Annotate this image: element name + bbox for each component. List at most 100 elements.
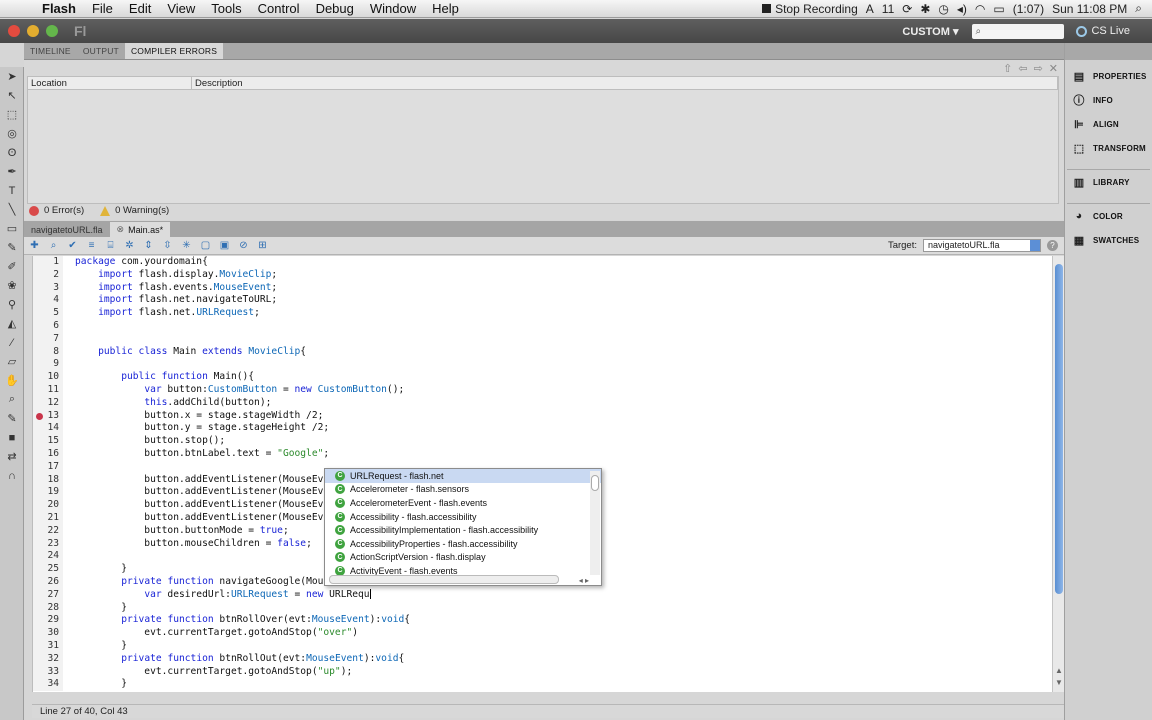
sync-icon[interactable]: ⟳: [902, 2, 912, 16]
code-hint-scroll-arrows-icon[interactable]: ◂ ▸: [579, 576, 589, 585]
next-error-icon[interactable]: ⇨: [1034, 62, 1043, 75]
line-number[interactable]: 13: [33, 409, 63, 423]
3d-rotation-tool-icon[interactable]: ◎: [0, 124, 24, 143]
bluetooth-icon[interactable]: ✱: [920, 2, 930, 16]
pencil-tool-icon[interactable]: ✎: [0, 238, 24, 257]
menu-tools[interactable]: Tools: [203, 1, 249, 16]
zoom-window-button[interactable]: [46, 25, 58, 37]
panel-properties[interactable]: ▤ PROPERTIES: [1065, 64, 1152, 88]
eyedropper-tool-icon[interactable]: ⁄: [0, 333, 24, 352]
code-line[interactable]: 7: [33, 332, 1052, 346]
line-number[interactable]: 4: [33, 294, 63, 308]
code-line[interactable]: 30 evt.currentTarget.gotoAndStop("over"): [33, 627, 1052, 640]
code-hint-item[interactable]: C Accessibility - flash.accessibility: [325, 510, 601, 524]
column-location[interactable]: Location: [28, 77, 192, 89]
minimize-window-button[interactable]: [27, 25, 39, 37]
line-number[interactable]: 5: [33, 307, 63, 320]
panel-swatches[interactable]: ▦ SWATCHES: [1065, 228, 1152, 252]
code-line[interactable]: 15 button.stop();: [33, 435, 1052, 448]
breakpoint-icon[interactable]: [36, 412, 43, 420]
line-number[interactable]: 31: [33, 639, 63, 653]
help-icon[interactable]: ?: [1047, 240, 1058, 251]
line-number[interactable]: 30: [33, 627, 63, 640]
line-number[interactable]: 25: [33, 563, 63, 576]
code-hint-item[interactable]: C AccessibilityImplementation - flash.acc…: [325, 523, 601, 537]
tab-output[interactable]: OUTPUT: [77, 43, 125, 59]
go-to-source-icon[interactable]: ⇧: [1003, 62, 1012, 75]
code-hint-item[interactable]: C AccessibilityProperties - flash.accessi…: [325, 537, 601, 551]
show-code-hint-icon[interactable]: ⌸: [102, 239, 119, 253]
line-number[interactable]: 20: [33, 499, 63, 512]
line-number[interactable]: 9: [33, 358, 63, 372]
text-tool-icon[interactable]: T: [0, 181, 24, 200]
scroll-down-icon[interactable]: ▼: [1055, 678, 1063, 687]
close-window-button[interactable]: [8, 25, 20, 37]
stroke-color-icon[interactable]: ✎: [0, 409, 24, 428]
line-number[interactable]: 23: [33, 537, 63, 551]
code-line[interactable]: 28 }: [33, 601, 1052, 615]
menu-control[interactable]: Control: [250, 1, 308, 16]
line-number[interactable]: 3: [33, 281, 63, 295]
panel-info[interactable]: ⓘ INFO: [1065, 88, 1152, 112]
code-line[interactable]: 8 public class Main extends MovieClip{: [33, 345, 1052, 359]
doc-tab-fla[interactable]: navigatetoURL.fla: [24, 222, 110, 237]
spotlight-icon[interactable]: ⌕: [1135, 1, 1142, 16]
fill-color-icon[interactable]: ■: [0, 428, 24, 447]
line-number[interactable]: 26: [33, 575, 63, 589]
code-line[interactable]: 3 import flash.events.MouseEvent;: [33, 281, 1052, 295]
auto-format-icon[interactable]: ≡: [83, 239, 100, 253]
line-number[interactable]: 34: [33, 678, 63, 692]
app-menu[interactable]: Flash: [34, 1, 84, 16]
rectangle-tool-icon[interactable]: ▭: [0, 219, 24, 238]
code-hint-scrollbar[interactable]: [590, 471, 600, 575]
cs-live-button[interactable]: CS Live: [1076, 25, 1130, 37]
battery-icon[interactable]: ▭: [993, 2, 1004, 16]
code-line[interactable]: 29 private function btnRollOver(evt:Mous…: [33, 614, 1052, 628]
pen-tool-icon[interactable]: ✒: [0, 162, 24, 181]
lasso-tool-icon[interactable]: ʘ: [0, 143, 24, 162]
collapse-between-braces-icon[interactable]: ⇕: [140, 239, 157, 253]
clear-errors-icon[interactable]: ✕: [1049, 62, 1058, 75]
editor-scroll-thumb[interactable]: [1055, 264, 1063, 594]
line-number[interactable]: 24: [33, 550, 63, 564]
line-number[interactable]: 27: [33, 588, 63, 602]
dock-grip[interactable]: [1065, 43, 1152, 60]
previous-error-icon[interactable]: ⇦: [1018, 62, 1027, 75]
line-number[interactable]: 10: [33, 371, 63, 384]
close-tab-icon[interactable]: ⊗: [117, 224, 125, 235]
line-number[interactable]: 22: [33, 524, 63, 538]
workspace-switcher[interactable]: CUSTOM ▾: [902, 25, 958, 38]
menu-window[interactable]: Window: [362, 1, 424, 16]
line-number[interactable]: 2: [33, 268, 63, 282]
code-line[interactable]: 4 import flash.net.navigateToURL;: [33, 294, 1052, 308]
line-number[interactable]: 19: [33, 486, 63, 500]
tab-compiler-errors[interactable]: COMPILER ERRORS: [124, 43, 224, 59]
code-line[interactable]: 32 private function btnRollOut(evt:Mouse…: [33, 652, 1052, 666]
line-number[interactable]: 1: [33, 256, 63, 269]
stop-recording-button[interactable]: Stop Recording: [762, 2, 858, 16]
line-number[interactable]: 7: [33, 332, 63, 346]
debug-options-icon[interactable]: ✲: [121, 239, 138, 253]
code-line[interactable]: 31 }: [33, 639, 1052, 653]
line-number[interactable]: 32: [33, 652, 63, 666]
panel-transform[interactable]: ⬚ TRANSFORM: [1065, 136, 1152, 160]
code-line[interactable]: 2 import flash.display.MovieClip;: [33, 268, 1052, 282]
line-number[interactable]: 6: [33, 319, 63, 333]
code-hint-item[interactable]: C URLRequest - flash.net: [325, 469, 601, 483]
hand-tool-icon[interactable]: ✋: [0, 371, 24, 390]
add-item-icon[interactable]: ✚: [26, 239, 43, 253]
line-number[interactable]: 15: [33, 435, 63, 448]
code-line[interactable]: 33 evt.currentTarget.gotoAndStop("up");: [33, 665, 1052, 679]
column-description[interactable]: Description: [192, 77, 1058, 89]
apply-line-comment-icon[interactable]: ▣: [216, 239, 233, 253]
check-syntax-icon[interactable]: ✔: [64, 239, 81, 253]
code-hint-item[interactable]: C AccelerometerEvent - flash.events: [325, 496, 601, 510]
line-number[interactable]: 21: [33, 511, 63, 525]
code-line[interactable]: 13 button.x = stage.stageWidth /2;: [33, 409, 1052, 423]
line-number[interactable]: 28: [33, 601, 63, 615]
subselection-tool-icon[interactable]: ↖: [0, 86, 24, 105]
eraser-tool-icon[interactable]: ▱: [0, 352, 24, 371]
code-line[interactable]: 27 var desiredUrl:URLRequest = new URLRe…: [33, 588, 1052, 602]
code-line[interactable]: 6: [33, 319, 1052, 333]
code-line[interactable]: 10 public function Main(){: [33, 371, 1052, 384]
